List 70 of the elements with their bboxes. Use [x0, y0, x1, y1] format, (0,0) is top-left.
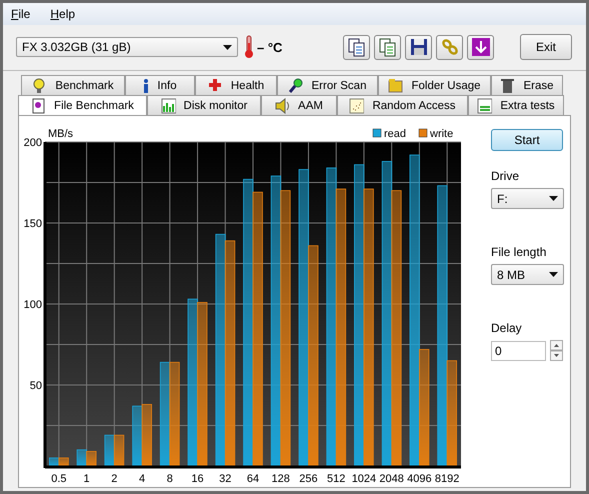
menu-item[interactable]: File	[11, 6, 30, 21]
x-tick-label: 4	[139, 473, 146, 485]
tab[interactable]: Extra tests	[468, 95, 564, 115]
dropdown[interactable]: 8 MB	[491, 264, 564, 285]
delay-field[interactable]: 0	[491, 340, 546, 360]
toolbar-button[interactable]	[467, 34, 494, 60]
y-tick-label: 150	[24, 218, 42, 230]
caret-icon	[549, 272, 558, 277]
menu-item[interactable]: Help	[50, 6, 76, 21]
field-label: Drive	[491, 169, 520, 183]
tab[interactable]: Benchmark	[21, 75, 125, 95]
tab[interactable]: Error Scan	[277, 75, 378, 95]
folder-icon	[388, 78, 404, 94]
drive-dropdown[interactable]: FX 3.032GB (31 gB)	[16, 37, 238, 58]
trash-icon	[500, 78, 516, 94]
thermometer-icon	[244, 35, 254, 60]
x-tick-label: 32	[219, 473, 232, 485]
dropdown[interactable]: F:	[491, 188, 564, 209]
bar	[86, 451, 96, 466]
x-tick-label: 8192	[434, 473, 460, 485]
bar	[104, 434, 115, 466]
tab[interactable]: Erase	[491, 75, 563, 95]
x-tick-label: 8	[166, 473, 173, 485]
x-tick-label: 4096	[407, 473, 432, 485]
x-tick-label: 128	[272, 473, 290, 485]
bar	[142, 404, 152, 466]
tab[interactable]: Disk monitor	[147, 95, 261, 115]
copy-icon	[346, 37, 366, 58]
field-label: Delay	[491, 321, 523, 335]
tab[interactable]: Folder Usage	[378, 75, 491, 95]
y-tick-label: 100	[24, 299, 42, 311]
caret-icon	[549, 196, 558, 201]
x-tick-label: 64	[246, 473, 260, 485]
x-tick-label: 512	[327, 473, 346, 485]
copy-icon	[378, 37, 398, 58]
x-tick-label: 0.5	[51, 473, 67, 485]
info-icon	[143, 78, 150, 94]
spinner-icon[interactable]	[550, 340, 563, 361]
y-tick-label: 50	[30, 380, 42, 392]
caret-icon	[223, 44, 232, 50]
speaker-icon	[275, 98, 290, 114]
x-tick-label: 2048	[379, 473, 404, 485]
x-tick-label: 16	[191, 473, 204, 485]
x-tick-label: 2	[111, 473, 118, 485]
tab[interactable]: AAM	[261, 95, 337, 115]
x-tick-label: 1	[84, 473, 90, 485]
tab[interactable]: Random Access	[337, 95, 468, 115]
x-tick-label: 256	[299, 473, 318, 485]
chain-icon	[440, 37, 460, 58]
legend-label: write	[430, 128, 454, 140]
tab[interactable]: File Benchmark	[18, 95, 147, 115]
axis-label: MB/s	[48, 128, 74, 140]
start-button[interactable]: Start	[491, 129, 563, 151]
bar	[132, 406, 142, 466]
x-tick-label: 1024	[352, 473, 376, 485]
toolbar-button[interactable]	[343, 34, 370, 60]
magnifier-icon	[288, 78, 304, 94]
tab[interactable]: Health	[195, 75, 277, 95]
legend-label: read	[384, 128, 406, 140]
toolbar-button[interactable]	[405, 34, 432, 60]
bar	[114, 434, 124, 466]
cross-icon	[208, 78, 223, 94]
toolbar-button[interactable]	[374, 34, 401, 60]
exit-button[interactable]: Exit	[520, 34, 572, 60]
field-label: File length	[491, 245, 548, 259]
bulb-icon	[32, 78, 48, 94]
y-tick-label: 200	[24, 137, 42, 149]
temperature-reading: – °C	[257, 40, 282, 55]
tab[interactable]: Info	[125, 75, 195, 95]
scatter-icon	[349, 98, 364, 114]
